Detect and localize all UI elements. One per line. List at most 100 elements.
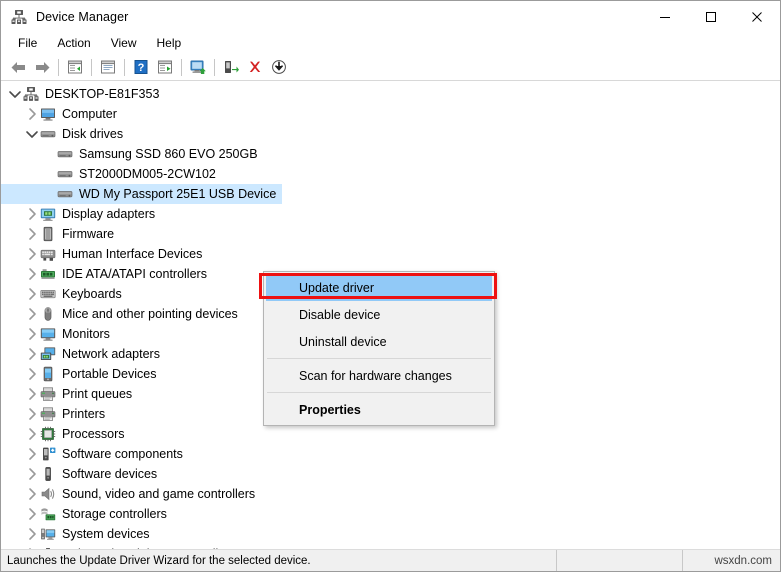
disk-drive-icon [57,151,73,158]
tree-expand-toggle[interactable] [24,306,40,322]
tree-node-computer[interactable]: Computer [1,104,780,124]
close-button[interactable] [734,1,780,32]
tree-expand-toggle[interactable] [24,226,40,242]
keyboard-icon [40,290,56,299]
tree-expand-toggle[interactable] [24,126,40,142]
toolbar-separator [214,58,215,76]
back-arrow-icon[interactable] [6,56,30,78]
tree-node-sound-video-and-game-controllers[interactable]: Sound, video and game controllers [1,484,780,504]
chevron-right-icon [29,388,36,400]
tree-node-label: Display adapters [62,207,156,221]
status-pane-secondary [557,550,683,571]
scan-hardware-changes-icon[interactable] [153,56,177,78]
tree-node-wd-my-passport-25e1-usb-device[interactable]: WD My Passport 25E1 USB Device [1,184,780,204]
menu-view[interactable]: View [101,34,147,52]
forward-arrow-icon[interactable] [30,56,54,78]
tree-node-system-devices[interactable]: System devices [1,524,780,544]
show-hide-console-tree-icon[interactable] [63,56,87,78]
tree-node-label: ST2000DM005-2CW102 [79,167,216,181]
update-driver-icon[interactable] [186,56,210,78]
tree-node-display-adapters[interactable]: Display adapters [1,204,780,224]
monitor-icon [40,328,56,341]
tree-node-human-interface-devices[interactable]: Human Interface Devices [1,244,780,264]
tree-node-label: Portable Devices [62,367,157,381]
chevron-right-icon [29,268,36,280]
tree-expand-toggle[interactable] [24,446,40,462]
properties-icon[interactable] [96,56,120,78]
chevron-right-icon [29,408,36,420]
tree-node-disk-drives[interactable]: Disk drives [1,124,780,144]
tree-node-universal-serial-bus-controllers[interactable]: Universal Serial Bus controllers [1,544,780,549]
chevron-right-icon [29,428,36,440]
tree-expand-toggle[interactable] [24,466,40,482]
tree-expand-toggle[interactable] [24,526,40,542]
chevron-right-icon [29,248,36,260]
enable-device-icon[interactable] [219,56,243,78]
printer-icon [40,407,56,421]
download-icon[interactable] [267,56,291,78]
tree-expand-toggle[interactable] [24,106,40,122]
tree-node-samsung-ssd-860-evo-250gb[interactable]: Samsung SSD 860 EVO 250GB [1,144,780,164]
software-component-icon [43,447,56,461]
status-message: Launches the Update Driver Wizard for th… [1,550,557,571]
chevron-right-icon [29,348,36,360]
context-menu[interactable]: Update driver Disable device Uninstall dev… [263,271,495,426]
tree-expand-toggle[interactable] [24,266,40,282]
tree-node-label: Printers [62,407,106,421]
usb-controller-icon [46,548,50,549]
tree-node-label: Software components [62,447,183,461]
tree-expand-toggle[interactable] [24,286,40,302]
tree-node-processors[interactable]: Processors [1,424,780,444]
tree-expand-toggle[interactable] [24,366,40,382]
tree-expand-toggle[interactable] [24,346,40,362]
chevron-right-icon [29,228,36,240]
tree-expand-toggle[interactable] [7,86,23,102]
context-menu-item-update-driver[interactable]: Update driver [266,274,492,301]
tree-node-software-components[interactable]: Software components [1,444,780,464]
tree-expand-toggle[interactable] [24,246,40,262]
menu-action[interactable]: Action [47,34,100,52]
toolbar-separator [91,58,92,76]
menu-help[interactable]: Help [147,34,192,52]
device-manager-icon [11,9,27,24]
tree-root-node[interactable]: DESKTOP-E81F353 [1,84,780,104]
window-controls [642,1,780,32]
minimize-button[interactable] [642,1,688,32]
tree-node-firmware[interactable]: Firmware [1,224,780,244]
tree-expand-toggle[interactable] [24,426,40,442]
chevron-right-icon [29,468,36,480]
tree-node-label: Keyboards [62,287,122,301]
tree-expand-toggle[interactable] [24,486,40,502]
tree-expand-toggle[interactable] [24,206,40,222]
tree-expand-toggle[interactable] [24,546,40,549]
context-menu-item-properties[interactable]: Properties [266,396,492,423]
tree-expand-toggle[interactable] [24,506,40,522]
computer-root-icon [23,87,39,101]
context-menu-item-scan-for-hardware-changes[interactable]: Scan for hardware changes [266,362,492,389]
device-tree-panel[interactable]: DESKTOP-E81F353 Computer Disk drives Samsun… [1,81,780,549]
tree-node-label: System devices [62,527,150,541]
title-bar-left: Device Manager [1,9,128,25]
watermark: wsxdn.com [714,554,772,567]
context-menu-item-disable-device[interactable]: Disable device [266,301,492,328]
sound-icon [41,487,55,501]
device-manager-window: Device Manager File Action View Help ? D… [0,0,781,572]
tree-node-label: Human Interface Devices [62,247,203,261]
uninstall-device-icon[interactable] [243,56,267,78]
tree-node-software-devices[interactable]: Software devices [1,464,780,484]
tree-expand-toggle[interactable] [24,386,40,402]
tree-node-st2000dm005-2cw102[interactable]: ST2000DM005-2CW102 [1,164,780,184]
chevron-down-icon [9,91,21,98]
tree-node-label: Firmware [62,227,115,241]
status-bar: Launches the Update Driver Wizard for th… [1,549,780,571]
context-menu-item-uninstall-device[interactable]: Uninstall device [266,328,492,355]
menu-file[interactable]: File [8,34,47,52]
tree-expand-toggle[interactable] [24,326,40,342]
maximize-button[interactable] [688,1,734,32]
tree-node-label: IDE ATA/ATAPI controllers [62,267,207,281]
chevron-right-icon [29,528,36,540]
tree-expand-toggle[interactable] [24,406,40,422]
chevron-right-icon [29,108,36,120]
help-icon[interactable]: ? [129,56,153,78]
tree-node-storage-controllers[interactable]: Storage controllers [1,504,780,524]
